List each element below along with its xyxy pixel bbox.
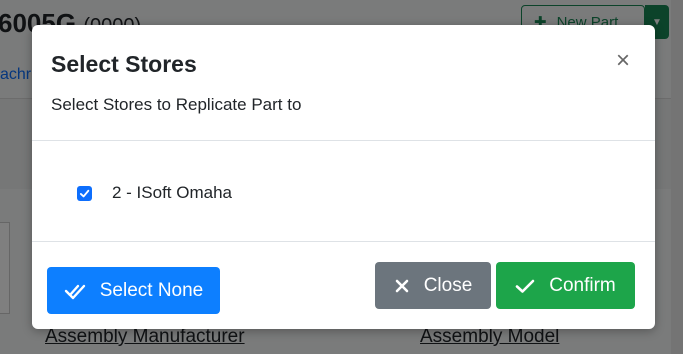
store-checkbox[interactable] <box>77 185 92 201</box>
store-option[interactable]: 2 - ISoft Omaha <box>77 183 232 203</box>
store-label: 2 - ISoft Omaha <box>112 183 232 202</box>
modal-body: 2 - ISoft Omaha <box>32 141 655 242</box>
double-check-icon <box>64 284 85 299</box>
confirm-button[interactable]: Confirm <box>496 262 635 309</box>
select-none-label: Select None <box>99 279 204 301</box>
select-none-button[interactable]: Select None <box>47 267 220 314</box>
modal-subtitle: Select Stores to Replicate Part to <box>51 95 302 114</box>
modal-header: Select Stores Select Stores to Replicate… <box>32 25 655 141</box>
select-stores-modal: Select Stores Select Stores to Replicate… <box>32 25 655 329</box>
modal-title: Select Stores <box>51 51 197 77</box>
check-icon <box>515 279 535 293</box>
confirm-label: Confirm <box>549 274 616 296</box>
close-label: Close <box>423 274 473 296</box>
checkmark-icon <box>79 189 90 197</box>
close-icon[interactable]: × <box>613 49 633 73</box>
close-button[interactable]: Close <box>375 262 491 309</box>
x-icon <box>395 279 409 292</box>
